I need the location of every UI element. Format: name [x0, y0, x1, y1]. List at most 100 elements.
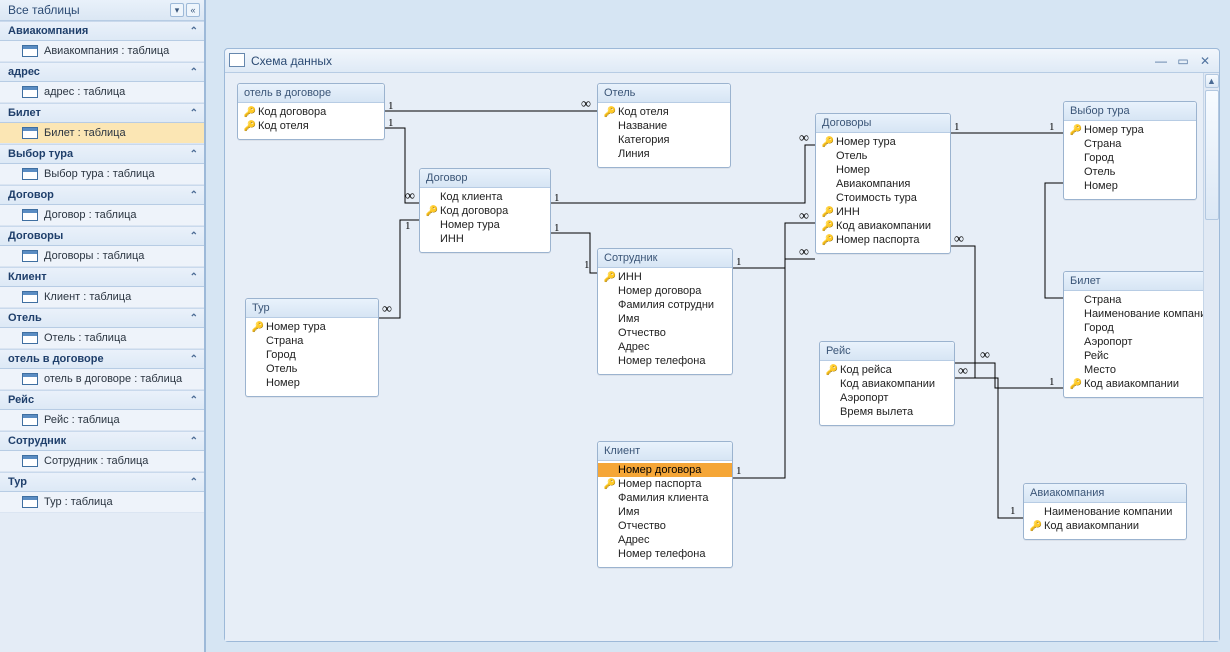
field-otel_v_dogovore-1[interactable]: 🔑Код отеля	[238, 119, 384, 133]
field-tur-4[interactable]: Номер	[246, 376, 378, 390]
scroll-up-icon[interactable]: ▲	[1205, 74, 1219, 88]
field-dogovory-3[interactable]: Авиакомпания	[816, 177, 950, 191]
table-title[interactable]: Рейс	[820, 342, 954, 361]
table-dogovory[interactable]: Договоры 🔑Номер тураОтельНомерАвиакомпани…	[815, 113, 951, 254]
nav-pane-header[interactable]: Все таблицы ▾ «	[0, 0, 204, 21]
field-klient-2[interactable]: Фамилия клиента	[598, 491, 732, 505]
field-sotrudnik-2[interactable]: Фамилия сотрудни	[598, 298, 732, 312]
field-sotrudnik-6[interactable]: Номер телефона	[598, 354, 732, 368]
group-header-1[interactable]: адрес⌃	[0, 62, 204, 82]
group-header-8[interactable]: отель в договоре⌃	[0, 349, 204, 369]
table-title[interactable]: Отель	[598, 84, 730, 103]
field-sotrudnik-3[interactable]: Имя	[598, 312, 732, 326]
group-header-10[interactable]: Сотрудник⌃	[0, 431, 204, 451]
window-titlebar[interactable]: Схема данных — ▭ ✕	[225, 49, 1219, 73]
field-reis-3[interactable]: Время вылета	[820, 405, 954, 419]
field-otel_v_dogovore-0[interactable]: 🔑Код договора	[238, 105, 384, 119]
table-title[interactable]: Авиакомпания	[1024, 484, 1186, 503]
table-title[interactable]: Выбор тура	[1064, 102, 1196, 121]
table-otel_v_dogovore[interactable]: отель в договоре 🔑Код договора🔑Код отеля	[237, 83, 385, 140]
field-dogovor-0[interactable]: Код клиента	[420, 190, 550, 204]
field-klient-6[interactable]: Номер телефона	[598, 547, 732, 561]
field-dogovory-1[interactable]: Отель	[816, 149, 950, 163]
group-item-1[interactable]: адрес : таблица	[0, 82, 204, 103]
field-tur-2[interactable]: Город	[246, 348, 378, 362]
field-otel-1[interactable]: Название	[598, 119, 730, 133]
group-item-4[interactable]: Договор : таблица	[0, 205, 204, 226]
table-title[interactable]: Договор	[420, 169, 550, 188]
field-bilet-0[interactable]: Страна	[1064, 293, 1203, 307]
field-otel-2[interactable]: Категория	[598, 133, 730, 147]
field-klient-0[interactable]: Номер договора	[598, 463, 732, 477]
field-klient-3[interactable]: Имя	[598, 505, 732, 519]
table-title[interactable]: Клиент	[598, 442, 732, 461]
group-header-4[interactable]: Договор⌃	[0, 185, 204, 205]
table-title[interactable]: Сотрудник	[598, 249, 732, 268]
table-otel[interactable]: Отель🔑Код отеляНазваниеКатегорияЛиния	[597, 83, 731, 168]
table-title[interactable]: отель в договоре	[238, 84, 384, 103]
field-vybor_tura-1[interactable]: Страна	[1064, 137, 1196, 151]
group-item-5[interactable]: Договоры : таблица	[0, 246, 204, 267]
table-title[interactable]: Договоры	[816, 114, 950, 133]
field-tur-3[interactable]: Отель	[246, 362, 378, 376]
diagram-canvas[interactable]: 1 ∞ 1 ∞ 1 ∞ 1 1 1 ∞ 1 ∞ 1 ∞ 1 1 ∞ ∞ ∞ 1	[225, 73, 1203, 641]
field-bilet-3[interactable]: Аэропорт	[1064, 335, 1203, 349]
group-item-3[interactable]: Выбор тура : таблица	[0, 164, 204, 185]
field-bilet-5[interactable]: Место	[1064, 363, 1203, 377]
group-item-9[interactable]: Рейс : таблица	[0, 410, 204, 431]
field-bilet-6[interactable]: 🔑Код авиакомпании	[1064, 377, 1203, 391]
field-bilet-1[interactable]: Наименование компании	[1064, 307, 1203, 321]
vertical-scrollbar[interactable]: ▲	[1203, 73, 1219, 641]
group-item-7[interactable]: Отель : таблица	[0, 328, 204, 349]
field-reis-2[interactable]: Аэропорт	[820, 391, 954, 405]
table-reis[interactable]: Рейс🔑Код рейсаКод авиакомпанииАэропортВр…	[819, 341, 955, 426]
field-vybor_tura-2[interactable]: Город	[1064, 151, 1196, 165]
field-tur-0[interactable]: 🔑Номер тура	[246, 320, 378, 334]
table-dogovor[interactable]: ДоговорКод клиента🔑Код договораНомер тур…	[419, 168, 551, 253]
scroll-thumb[interactable]	[1205, 90, 1219, 220]
field-vybor_tura-4[interactable]: Номер	[1064, 179, 1196, 193]
group-item-8[interactable]: отель в договоре : таблица	[0, 369, 204, 390]
group-header-9[interactable]: Рейс⌃	[0, 390, 204, 410]
field-dogovory-5[interactable]: 🔑ИНН	[816, 205, 950, 219]
field-sotrudnik-4[interactable]: Отчество	[598, 326, 732, 340]
table-title[interactable]: Билет	[1064, 272, 1203, 291]
table-sotrudnik[interactable]: Сотрудник 🔑ИНННомер договораФамилия сотру…	[597, 248, 733, 375]
field-aviakompaniya-0[interactable]: Наименование компании	[1024, 505, 1186, 519]
field-sotrudnik-5[interactable]: Адрес	[598, 340, 732, 354]
table-tur[interactable]: Тур🔑Номер тураСтранаГородОтельНомер	[245, 298, 379, 397]
field-klient-4[interactable]: Отчество	[598, 519, 732, 533]
field-klient-5[interactable]: Адрес	[598, 533, 732, 547]
field-sotrudnik-0[interactable]: 🔑ИНН	[598, 270, 732, 284]
group-header-5[interactable]: Договоры⌃	[0, 226, 204, 246]
field-vybor_tura-3[interactable]: Отель	[1064, 165, 1196, 179]
field-dogovor-2[interactable]: Номер тура	[420, 218, 550, 232]
group-header-2[interactable]: Билет⌃	[0, 103, 204, 123]
field-dogovory-2[interactable]: Номер	[816, 163, 950, 177]
group-header-3[interactable]: Выбор тура⌃	[0, 144, 204, 164]
close-button[interactable]: ✕	[1197, 54, 1213, 68]
field-aviakompaniya-1[interactable]: 🔑Код авиакомпании	[1024, 519, 1186, 533]
nav-collapse-icon[interactable]: «	[186, 3, 200, 17]
table-aviakompaniya[interactable]: Авиакомпания Наименование компании🔑Код ав…	[1023, 483, 1187, 540]
field-dogovory-4[interactable]: Стоимость тура	[816, 191, 950, 205]
field-bilet-2[interactable]: Город	[1064, 321, 1203, 335]
field-dogovory-0[interactable]: 🔑Номер тура	[816, 135, 950, 149]
field-reis-1[interactable]: Код авиакомпании	[820, 377, 954, 391]
field-dogovor-3[interactable]: ИНН	[420, 232, 550, 246]
nav-dropdown-icon[interactable]: ▾	[170, 3, 184, 17]
table-vybor_tura[interactable]: Выбор тура 🔑Номер тураСтранаГородОтельНом…	[1063, 101, 1197, 200]
group-header-7[interactable]: Отель⌃	[0, 308, 204, 328]
field-sotrudnik-1[interactable]: Номер договора	[598, 284, 732, 298]
table-bilet[interactable]: Билет СтранаНаименование компанииГородАэр…	[1063, 271, 1203, 398]
group-item-11[interactable]: Тур : таблица	[0, 492, 204, 513]
field-tur-1[interactable]: Страна	[246, 334, 378, 348]
field-dogovory-6[interactable]: 🔑Код авиакомпании	[816, 219, 950, 233]
group-item-6[interactable]: Клиент : таблица	[0, 287, 204, 308]
field-otel-3[interactable]: Линия	[598, 147, 730, 161]
field-bilet-4[interactable]: Рейс	[1064, 349, 1203, 363]
group-item-0[interactable]: Авиакомпания : таблица	[0, 41, 204, 62]
field-vybor_tura-0[interactable]: 🔑Номер тура	[1064, 123, 1196, 137]
field-dogovory-7[interactable]: 🔑Номер паспорта	[816, 233, 950, 247]
group-item-10[interactable]: Сотрудник : таблица	[0, 451, 204, 472]
